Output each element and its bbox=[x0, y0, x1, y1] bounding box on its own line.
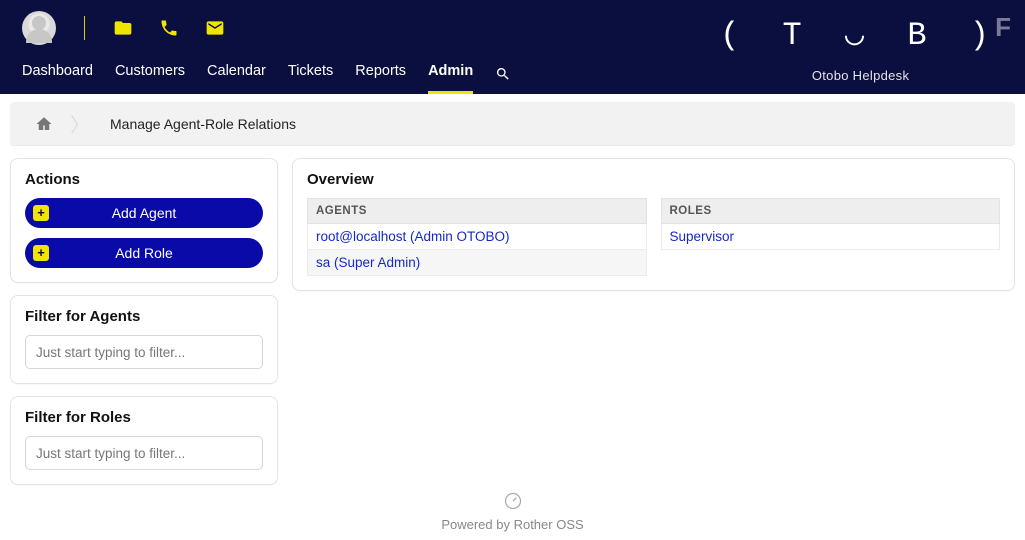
main-panel: Overview AGENTS root@localhost (Admin OT… bbox=[292, 158, 1015, 485]
phone-icon[interactable] bbox=[159, 18, 179, 38]
table-row: sa (Super Admin) bbox=[308, 250, 647, 276]
brand-wordmark: ( T ◡ B ) bbox=[720, 14, 1001, 54]
brand-tagline: Otobo Helpdesk bbox=[720, 68, 1001, 83]
filter-roles-title: Filter for Roles bbox=[25, 409, 263, 426]
nav-dashboard[interactable]: Dashboard bbox=[22, 63, 93, 94]
roles-header: ROLES bbox=[661, 199, 1000, 224]
avatar[interactable] bbox=[22, 11, 56, 45]
overview-card: Overview AGENTS root@localhost (Admin OT… bbox=[292, 158, 1015, 291]
plus-icon: + bbox=[33, 205, 49, 221]
plus-icon: + bbox=[33, 245, 49, 261]
filter-agents-input[interactable] bbox=[25, 335, 263, 369]
role-link[interactable]: Supervisor bbox=[670, 229, 735, 244]
brand-logo: ( T ◡ B ) Otobo Helpdesk bbox=[720, 14, 1001, 83]
table-row: Supervisor bbox=[661, 224, 1000, 250]
overview-title: Overview bbox=[307, 171, 1000, 188]
add-agent-button[interactable]: + Add Agent bbox=[25, 198, 263, 228]
nav-calendar[interactable]: Calendar bbox=[207, 63, 266, 94]
add-role-button[interactable]: + Add Role bbox=[25, 238, 263, 268]
agent-link[interactable]: sa (Super Admin) bbox=[316, 255, 420, 270]
add-agent-label: Add Agent bbox=[112, 205, 177, 221]
nav-customers[interactable]: Customers bbox=[115, 63, 185, 94]
filter-roles-card: Filter for Roles bbox=[10, 396, 278, 485]
filter-agents-title: Filter for Agents bbox=[25, 308, 263, 325]
mail-icon[interactable] bbox=[205, 18, 225, 38]
sidebar: Actions + Add Agent + Add Role Filter fo… bbox=[10, 158, 278, 485]
footer: Powered by Rother OSS bbox=[0, 491, 1025, 532]
agents-column: AGENTS root@localhost (Admin OTOBO) sa (… bbox=[307, 198, 647, 276]
app-header: F ( T ◡ B ) Otobo Helpdesk Dashboard Cus… bbox=[0, 0, 1025, 94]
gauge-icon bbox=[503, 491, 523, 511]
search-icon[interactable] bbox=[495, 66, 511, 82]
filter-roles-input[interactable] bbox=[25, 436, 263, 470]
home-icon bbox=[35, 115, 53, 133]
breadcrumb-separator-icon: 〉 bbox=[66, 109, 100, 138]
agent-link[interactable]: root@localhost (Admin OTOBO) bbox=[316, 229, 510, 244]
breadcrumb: 〉 Manage Agent-Role Relations bbox=[10, 102, 1015, 146]
filter-agents-card: Filter for Agents bbox=[10, 295, 278, 384]
nav-admin[interactable]: Admin bbox=[428, 63, 473, 94]
breadcrumb-home[interactable] bbox=[22, 115, 66, 133]
add-role-label: Add Role bbox=[115, 245, 173, 261]
breadcrumb-current: Manage Agent-Role Relations bbox=[100, 116, 296, 132]
actions-card: Actions + Add Agent + Add Role bbox=[10, 158, 278, 283]
table-row: root@localhost (Admin OTOBO) bbox=[308, 224, 647, 250]
roles-column: ROLES Supervisor bbox=[661, 198, 1001, 276]
actions-title: Actions bbox=[25, 171, 263, 188]
nav-tickets[interactable]: Tickets bbox=[288, 63, 333, 94]
folder-icon[interactable] bbox=[113, 18, 133, 38]
footer-text: Powered by Rother OSS bbox=[0, 517, 1025, 532]
toolbar-divider bbox=[84, 16, 85, 40]
nav-reports[interactable]: Reports bbox=[355, 63, 406, 94]
agents-header: AGENTS bbox=[308, 199, 647, 224]
